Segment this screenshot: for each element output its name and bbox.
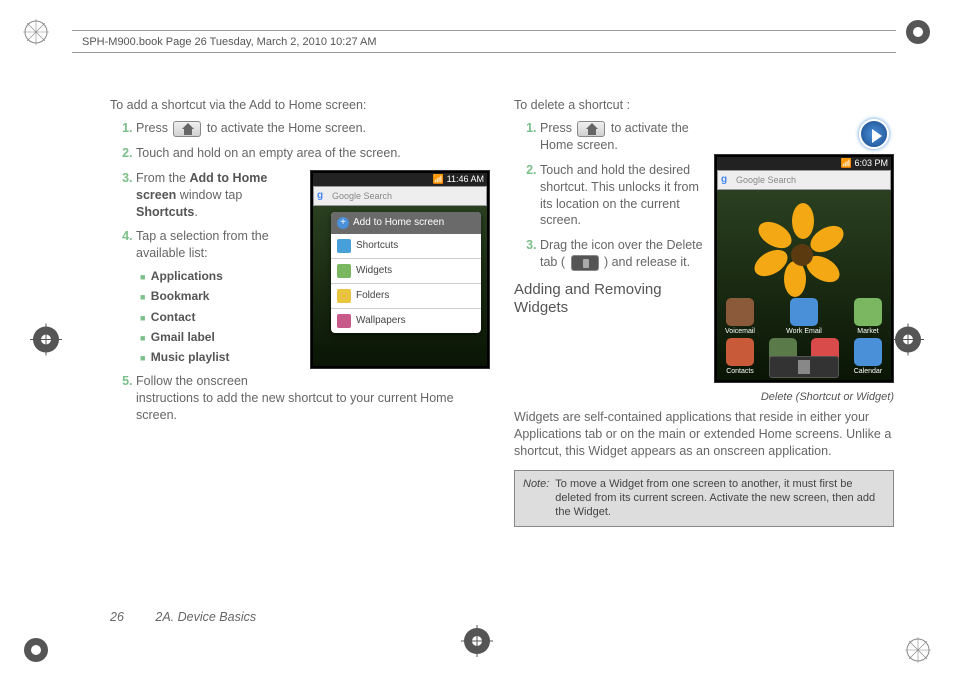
signal-icon: 📶 <box>841 158 855 168</box>
row-label: Folders <box>356 290 389 301</box>
note-text: To move a Widget from one screen to anot… <box>555 477 885 520</box>
search-bar: gGoogle Search <box>313 186 487 206</box>
step-5: Follow the onscreen instructions to add … <box>136 373 490 424</box>
text: Press <box>540 121 575 135</box>
bullet-label: Music playlist <box>151 350 230 364</box>
dialog-row-wallpapers: Wallpapers <box>331 309 481 333</box>
search-placeholder: Google Search <box>332 191 392 201</box>
register-mark-icon <box>892 324 924 359</box>
page-footer: 26 2A. Device Basics <box>110 610 256 624</box>
search-bar: gGoogle Search <box>717 170 891 190</box>
bullet-label: Gmail label <box>151 330 215 344</box>
dialog-row-shortcuts: Shortcuts <box>331 234 481 259</box>
row-label: Widgets <box>356 265 392 276</box>
app-icon: Calendar <box>850 338 886 375</box>
text: Press <box>136 121 171 135</box>
wallpaper-flower <box>757 210 847 300</box>
text: to activate the Home screen. <box>203 121 366 135</box>
step-2: Touch and hold on an empty area of the s… <box>136 145 490 162</box>
row-label: Wallpapers <box>356 315 406 326</box>
folders-icon <box>337 289 351 303</box>
note-box: Note: To move a Widget from one screen t… <box>514 470 894 527</box>
app-icon: Market <box>850 298 886 335</box>
page-number: 26 <box>110 610 124 624</box>
app-icon: Work Email <box>786 298 822 335</box>
app-label: Market <box>857 328 878 335</box>
search-placeholder: Google Search <box>736 175 796 185</box>
rule <box>72 30 896 31</box>
note-label: Note: <box>523 477 549 520</box>
text: ) and release it. <box>601 255 691 269</box>
bullet-label: Contact <box>151 310 196 324</box>
home-key-icon <box>173 121 201 137</box>
crop-mark-icon <box>22 636 50 664</box>
header-filename: SPH-M900.book Page 26 Tuesday, March 2, … <box>82 36 377 48</box>
signal-icon: 📶 <box>433 174 447 184</box>
clock: 6:03 PM <box>854 158 888 168</box>
crop-mark-icon <box>904 636 932 664</box>
plus-icon: + <box>337 217 349 229</box>
add-to-home-dialog: + Add to Home screen Shortcuts Widgets Fo… <box>331 212 481 333</box>
app-icon: Contacts <box>722 338 758 375</box>
trash-key-icon <box>571 255 599 271</box>
wallpapers-icon <box>337 314 351 328</box>
text: . <box>194 205 197 219</box>
left-column: To add a shortcut via the Add to Home sc… <box>110 98 490 527</box>
status-bar: 📶 6:03 PM <box>717 157 891 170</box>
play-badge-icon <box>859 119 889 149</box>
dialog-title-text: Add to Home screen <box>353 217 444 228</box>
screenshot-delete-shortcut: 📶 6:03 PM gGoogle Search Voicemail <box>714 154 894 383</box>
section-name: 2A. Device Basics <box>155 610 256 624</box>
crop-mark-icon <box>904 18 932 46</box>
step-1: Press to activate the Home screen. <box>540 120 894 154</box>
dialog-row-widgets: Widgets <box>331 259 481 284</box>
shortcuts-icon <box>337 239 351 253</box>
app-label: Voicemail <box>725 328 755 335</box>
step-1: Press to activate the Home screen. <box>136 120 490 137</box>
dialog-row-folders: Folders <box>331 284 481 309</box>
crop-mark-icon <box>22 18 50 46</box>
paragraph: Widgets are self-contained applications … <box>514 409 894 460</box>
text: Tap a selection from the available list: <box>136 229 269 260</box>
app-label: Contacts <box>726 368 754 375</box>
google-icon: g <box>317 190 329 202</box>
text-bold: Shortcuts <box>136 205 194 219</box>
register-mark-icon <box>461 625 493 660</box>
status-bar: 📶 11:46 AM <box>313 173 487 186</box>
section-title: To add a shortcut via the Add to Home sc… <box>110 98 490 112</box>
row-label: Shortcuts <box>356 240 398 251</box>
section-title: To delete a shortcut : <box>514 98 894 112</box>
google-icon: g <box>721 174 733 186</box>
rule <box>72 52 896 53</box>
app-label: Calendar <box>854 368 882 375</box>
bullet-label: Bookmark <box>151 289 210 303</box>
app-label: Work Email <box>786 328 822 335</box>
bullet-label: Applications <box>151 269 223 283</box>
widgets-icon <box>337 264 351 278</box>
app-icon: Voicemail <box>722 298 758 335</box>
right-column: To delete a shortcut : 📶 6:03 PM gGoogle… <box>514 98 894 527</box>
text: From the <box>136 171 190 185</box>
delete-tab <box>769 356 839 378</box>
clock: 11:46 AM <box>447 174 484 184</box>
trash-icon <box>798 360 810 374</box>
figure-caption: Delete (Shortcut or Widget) <box>514 391 894 403</box>
text: window tap <box>176 188 242 202</box>
screenshot-add-to-home: 📶 11:46 AM gGoogle Search + Add to Home s… <box>310 170 490 369</box>
register-mark-icon <box>30 324 62 359</box>
home-key-icon <box>577 121 605 137</box>
